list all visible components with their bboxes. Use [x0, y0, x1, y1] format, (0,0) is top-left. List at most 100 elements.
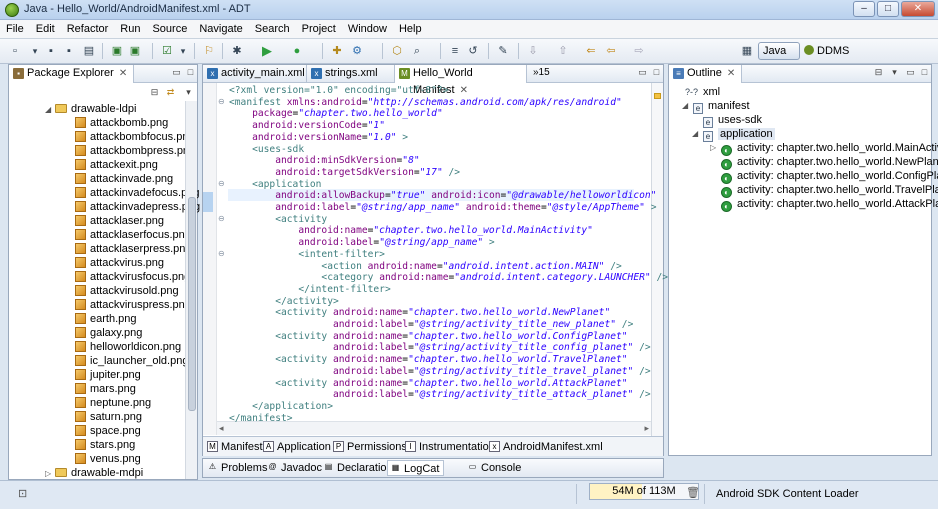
new-java-project-icon[interactable]: ✚: [330, 44, 344, 58]
tree-file[interactable]: earth.png: [75, 312, 136, 326]
garbage-collect-icon[interactable]: 🗑: [686, 486, 700, 499]
console-tab-logcat[interactable]: ▦ LogCat: [387, 460, 445, 476]
code-line[interactable]: package="chapter.two.hello_world": [229, 108, 443, 120]
outline-item[interactable]: e uses-sdk: [703, 113, 762, 128]
code-line[interactable]: android:targetSdkVersion="17" />: [229, 167, 460, 179]
tree-file[interactable]: saturn.png: [75, 410, 142, 424]
checkbox-icon[interactable]: ☑: [160, 44, 174, 58]
tree-file[interactable]: attackbombpress.png: [75, 144, 195, 158]
code-line[interactable]: <?xml version="1.0" encoding="utf-8"?>: [229, 85, 449, 97]
tree-expander-icon[interactable]: ◢: [682, 99, 688, 113]
tree-file[interactable]: attackviruspress.png: [75, 298, 191, 312]
console-tab-declaration[interactable]: ▤ Declaration: [321, 460, 397, 476]
save-icon[interactable]: ▪: [44, 44, 58, 58]
fold-collapse-icon[interactable]: ⊖: [218, 179, 225, 188]
tree-file[interactable]: attackexit.png: [75, 158, 158, 172]
previous-annotation-icon[interactable]: ⇧: [556, 44, 570, 58]
menu-window[interactable]: Window: [342, 20, 393, 39]
outline-item[interactable]: ?-? xml: [685, 85, 720, 99]
collapse-all-icon[interactable]: ⊟: [873, 67, 884, 78]
manifest-tab-androidmanifest-xml[interactable]: x AndroidManifest.xml: [487, 439, 607, 455]
back-icon[interactable]: ⇦: [604, 44, 618, 58]
console-tab-javadoc[interactable]: @ Javadoc: [265, 460, 326, 476]
menu-help[interactable]: Help: [393, 20, 428, 39]
tree-expander-icon[interactable]: ◢: [45, 103, 55, 117]
minimize-button[interactable]: –: [853, 1, 875, 17]
code-line[interactable]: <activity android:name="chapter.two.hell…: [229, 307, 610, 319]
code-line[interactable]: android:allowBackup="true" android:icon=…: [229, 190, 656, 202]
package-explorer-scrollbar[interactable]: [185, 101, 197, 479]
code-line[interactable]: <activity android:name="chapter.two.hell…: [229, 354, 627, 366]
code-line[interactable]: <action android:name="android.intent.act…: [229, 261, 621, 273]
code-line[interactable]: <activity: [229, 214, 327, 226]
new-package-icon[interactable]: ⚙: [350, 44, 364, 58]
menu-project[interactable]: Project: [296, 20, 342, 39]
code-line[interactable]: android:label="@string/activity_title_co…: [229, 342, 651, 354]
view-menu-icon[interactable]: ▾: [889, 67, 900, 78]
code-line[interactable]: android:versionName="1.0" >: [229, 132, 408, 144]
menu-run[interactable]: Run: [114, 20, 146, 39]
last-edit-icon[interactable]: ⇐: [584, 44, 598, 58]
console-tab-console[interactable]: ▭ Console: [465, 460, 525, 476]
java-perspective-button[interactable]: Java: [758, 42, 800, 60]
menu-navigate[interactable]: Navigate: [193, 20, 248, 39]
external-tools-icon[interactable]: ●: [290, 44, 304, 58]
tree-file[interactable]: attackvirusold.png: [75, 284, 179, 298]
android-sdk-manager-icon[interactable]: ▣: [110, 44, 124, 58]
save-all-icon[interactable]: ▪: [62, 44, 76, 58]
tree-file[interactable]: attackbombfocus.png: [75, 130, 195, 144]
console-tab-problems[interactable]: ⚠ Problems: [205, 460, 271, 476]
code-line[interactable]: android:name="chapter.two.hello_world.Ma…: [229, 225, 593, 237]
fold-collapse-icon[interactable]: ⊖: [218, 214, 225, 223]
code-line[interactable]: </application>: [229, 401, 333, 413]
maximize-view-icon[interactable]: □: [919, 67, 930, 78]
code-line[interactable]: android:versionCode="1": [229, 120, 385, 132]
tree-file[interactable]: neptune.png: [75, 396, 151, 410]
toggle-mark-icon[interactable]: ↺: [466, 44, 480, 58]
code-line[interactable]: android:label="@string/app_name" >: [229, 237, 494, 249]
code-line[interactable]: </intent-filter>: [229, 284, 390, 296]
tree-file[interactable]: stars.png: [75, 438, 135, 452]
tree-expander-icon[interactable]: ▷: [45, 467, 55, 481]
tab-strings[interactable]: x strings.xml: [307, 65, 395, 83]
minimize-view-icon[interactable]: ▭: [637, 67, 648, 78]
code-line[interactable]: android:label="@string/activity_title_ne…: [229, 319, 633, 331]
code-line[interactable]: android:label="@string/activity_title_at…: [229, 389, 651, 401]
outline-item[interactable]: ◐ activity: chapter.two.hello_world.Attac…: [721, 197, 938, 212]
tree-file[interactable]: mars.png: [75, 382, 136, 396]
menu-search[interactable]: Search: [249, 20, 296, 39]
pin-icon[interactable]: ✎: [496, 44, 510, 58]
scroll-left-icon[interactable]: ◂: [219, 423, 224, 434]
tree-file[interactable]: attackinvade.png: [75, 172, 173, 186]
tree-folder-drawable-mdpi[interactable]: ▷ drawable-mdpi: [45, 466, 143, 480]
outline-item[interactable]: ◢ e manifest: [682, 99, 750, 114]
outline-item[interactable]: ◐ activity: chapter.two.hello_world.Confi…: [721, 169, 938, 184]
minimize-view-icon[interactable]: ▭: [171, 67, 182, 78]
manifest-tab-application[interactable]: A Application: [261, 439, 335, 455]
maximize-button[interactable]: □: [877, 1, 899, 17]
open-perspective-icon[interactable]: ▦: [740, 44, 754, 58]
tree-file[interactable]: space.png: [75, 424, 141, 438]
fold-collapse-icon[interactable]: ⊖: [218, 97, 225, 106]
forward-icon[interactable]: ⇨: [632, 44, 646, 58]
close-icon[interactable]: ✕: [727, 68, 735, 79]
open-type-icon[interactable]: ⬡: [390, 44, 404, 58]
tree-folder-drawable-ldpi[interactable]: ◢ drawable-ldpi: [45, 102, 136, 116]
ddms-perspective-button[interactable]: DDMS: [804, 45, 849, 57]
outline-item[interactable]: ◐ activity: chapter.two.hello_world.NewPl…: [721, 155, 938, 170]
tree-file[interactable]: attacklaserpress.png: [75, 242, 192, 256]
code-line[interactable]: </manifest>: [229, 413, 293, 425]
code-line[interactable]: <activity android:name="chapter.two.hell…: [229, 378, 627, 390]
code-line[interactable]: android:minSdkVersion="8": [229, 155, 419, 167]
tree-file[interactable]: attackvirus.png: [75, 256, 164, 270]
tree-file[interactable]: jupiter.png: [75, 368, 141, 382]
manifest-tab-instrumentation[interactable]: I Instrumentation: [403, 439, 499, 455]
fold-collapse-icon[interactable]: ⊖: [218, 249, 225, 258]
next-annotation-icon[interactable]: ⇩: [526, 44, 540, 58]
new-icon[interactable]: ▫: [8, 44, 22, 58]
lint-icon[interactable]: ⚐: [202, 44, 216, 58]
close-button[interactable]: ✕: [901, 1, 935, 17]
link-with-editor-icon[interactable]: ⇄: [165, 87, 176, 98]
menu-refactor[interactable]: Refactor: [61, 20, 115, 39]
tree-file[interactable]: attacklaserfocus.png: [75, 228, 191, 242]
